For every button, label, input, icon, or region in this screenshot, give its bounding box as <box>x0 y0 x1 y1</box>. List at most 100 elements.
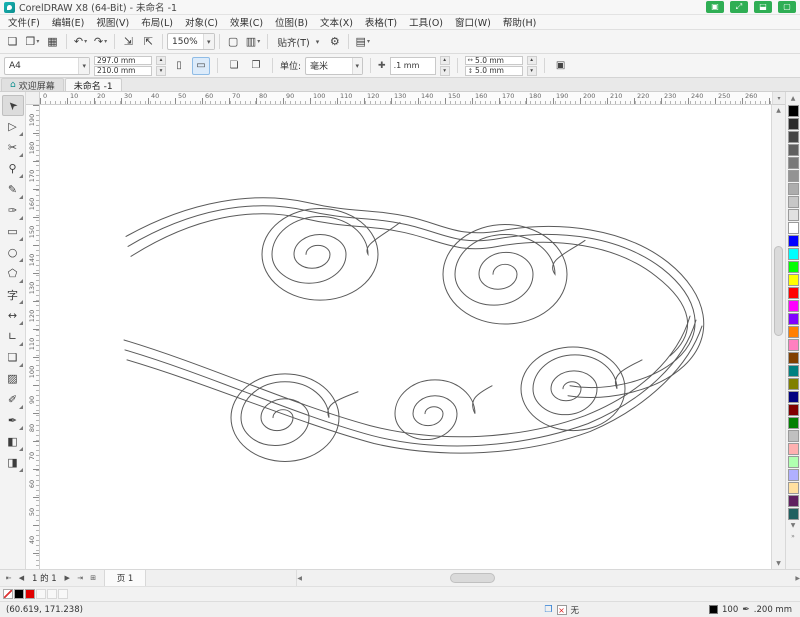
tab-welcome-screen[interactable]: ⌂ 欢迎屏幕 <box>1 78 64 92</box>
overlay-window-button[interactable]: ▢ <box>778 1 796 13</box>
menu-view[interactable]: 视图(V) <box>90 15 135 29</box>
portrait-button[interactable]: ▯ <box>170 57 188 75</box>
freehand-tool[interactable]: ✎ <box>2 179 24 200</box>
snap-to-menu[interactable]: 贴齐(T) ▾ <box>272 32 325 51</box>
palette-color-swatch[interactable] <box>787 209 799 221</box>
full-screen-preview-button[interactable]: ▢ <box>224 32 243 51</box>
scroll-up-icon[interactable]: ▲ <box>776 105 781 116</box>
menu-bitmaps[interactable]: 位图(B) <box>269 15 314 29</box>
artistic-media-tool[interactable]: ✑ <box>2 200 24 221</box>
menu-layout[interactable]: 布局(L) <box>135 15 179 29</box>
menu-text[interactable]: 文本(X) <box>314 15 359 29</box>
vertical-scroll-thumb[interactable] <box>774 246 783 336</box>
palette-color-swatch[interactable] <box>787 300 799 312</box>
overlay-expand-button[interactable]: ⤢ <box>730 1 748 13</box>
palette-expand-icon[interactable]: » <box>791 531 795 542</box>
dockers-button[interactable]: ▤ ▾ <box>353 32 372 51</box>
polygon-tool[interactable]: ⬠ <box>2 263 24 284</box>
ruler-origin-corner[interactable] <box>26 92 40 105</box>
palette-color-swatch[interactable] <box>787 495 799 507</box>
all-pages-button[interactable]: ❏ <box>225 57 243 75</box>
stepper-down-icon[interactable]: ▾ <box>526 66 537 76</box>
artwork-curve[interactable] <box>123 315 691 438</box>
vertical-scroll-track[interactable] <box>772 116 785 558</box>
page-height-input[interactable]: 210.0 mm <box>94 66 152 76</box>
horizontal-scroll-track[interactable] <box>302 570 795 586</box>
palette-color-swatch[interactable] <box>787 287 799 299</box>
rectangle-tool[interactable]: ▭ <box>2 221 24 242</box>
palette-color-swatch[interactable] <box>787 313 799 325</box>
artwork-curve[interactable] <box>240 381 359 447</box>
export-button[interactable]: ⇱ <box>139 32 158 51</box>
drawing-canvas[interactable] <box>40 105 771 569</box>
color-eyedropper-tool[interactable]: ✐ <box>2 389 24 410</box>
artwork-curve[interactable] <box>454 234 586 306</box>
artwork-curve[interactable] <box>532 354 643 416</box>
ellipse-tool[interactable]: ○ <box>2 242 24 263</box>
horizontal-scroll-thumb[interactable] <box>450 573 495 583</box>
horizontal-scrollbar[interactable]: ◀ ▶ <box>296 570 800 586</box>
palette-color-swatch[interactable] <box>787 274 799 286</box>
palette-color-swatch[interactable] <box>787 131 799 143</box>
palette-color-swatch[interactable] <box>787 378 799 390</box>
horizontal-ruler[interactable]: 0 10 20 30 40 50 60 70 80 90 100 110 120 130 140 150 160… <box>40 92 772 105</box>
menu-window[interactable]: 窗口(W) <box>449 15 497 29</box>
stepper-up-icon[interactable]: ▴ <box>439 55 450 65</box>
no-color-swatch[interactable] <box>3 589 13 599</box>
artwork-curve[interactable] <box>271 216 401 284</box>
shape-tool[interactable]: ▷ <box>2 116 24 137</box>
artwork-curve[interactable] <box>261 208 379 301</box>
palette-color-swatch[interactable] <box>787 183 799 195</box>
fill-tool[interactable]: ◧ <box>2 431 24 452</box>
artwork-curve[interactable] <box>124 319 697 447</box>
pages-icon[interactable]: ❒ <box>544 605 552 615</box>
crop-tool[interactable]: ✂ <box>2 137 24 158</box>
artwork-curve[interactable] <box>394 379 493 440</box>
new-document-button[interactable]: ❏ <box>3 32 22 51</box>
palette-color-swatch[interactable] <box>787 430 799 442</box>
artwork-curve[interactable] <box>127 205 696 388</box>
outline-pen-tool[interactable]: ✒ <box>2 410 24 431</box>
palette-color-swatch[interactable] <box>787 417 799 429</box>
stepper-up-icon[interactable]: ▴ <box>526 55 537 65</box>
open-button[interactable]: ❐ ▾ <box>23 32 42 51</box>
artwork-curve[interactable] <box>230 373 340 462</box>
scroll-right-icon[interactable]: ▶ <box>795 573 800 584</box>
palette-color-swatch[interactable] <box>787 105 799 117</box>
transparency-tool[interactable]: ▨ <box>2 368 24 389</box>
palette-color-swatch[interactable] <box>787 339 799 351</box>
palette-color-swatch[interactable] <box>787 170 799 182</box>
add-page-button[interactable]: ⊞ <box>87 572 100 585</box>
document-palette-swatch[interactable] <box>14 589 24 599</box>
artwork-curve[interactable] <box>520 346 626 432</box>
palette-color-swatch[interactable] <box>787 391 799 403</box>
menu-file[interactable]: 文件(F) <box>2 15 46 29</box>
palette-color-swatch[interactable] <box>787 482 799 494</box>
document-palette-swatch[interactable] <box>25 589 35 599</box>
pick-tool[interactable]: ➤ <box>1 95 24 116</box>
nudge-distance-input[interactable]: .1 mm <box>389 56 436 75</box>
palette-scroll-up-icon[interactable]: ▲ <box>791 93 796 104</box>
current-page-button[interactable]: ❐ <box>247 57 265 75</box>
palette-color-swatch[interactable] <box>787 222 799 234</box>
vertical-ruler[interactable]: 190 180 170 160 150 140 130 120 110 100 90 80 70 60 50… <box>26 105 40 569</box>
menu-tools[interactable]: 工具(O) <box>403 15 449 29</box>
stepper-down-icon[interactable]: ▾ <box>439 66 450 76</box>
undo-button[interactable]: ↶ ▾ <box>71 32 90 51</box>
first-page-button[interactable]: ⇤ <box>2 572 15 585</box>
next-page-button[interactable]: ▶ <box>61 572 74 585</box>
landscape-button[interactable]: ▭ <box>192 56 210 75</box>
palette-color-swatch[interactable] <box>787 261 799 273</box>
interactive-fill-tool[interactable]: ◨ <box>2 452 24 473</box>
palette-scroll-down-icon[interactable]: ▼ <box>791 520 796 531</box>
palette-color-swatch[interactable] <box>787 456 799 468</box>
overlay-save-button[interactable]: ⬓ <box>754 1 772 13</box>
parallel-dimension-tool[interactable]: ↔ <box>2 305 24 326</box>
stepper-down-icon[interactable]: ▾ <box>156 66 166 76</box>
options-button[interactable]: ⚙ <box>325 32 344 51</box>
stepper-up-icon[interactable]: ▴ <box>156 55 166 65</box>
treat-as-filled-button[interactable]: ▣ <box>552 57 570 75</box>
redo-button[interactable]: ↷ ▾ <box>91 32 110 51</box>
palette-color-swatch[interactable] <box>787 144 799 156</box>
zoom-level-select[interactable]: 150% ▾ <box>167 33 215 50</box>
